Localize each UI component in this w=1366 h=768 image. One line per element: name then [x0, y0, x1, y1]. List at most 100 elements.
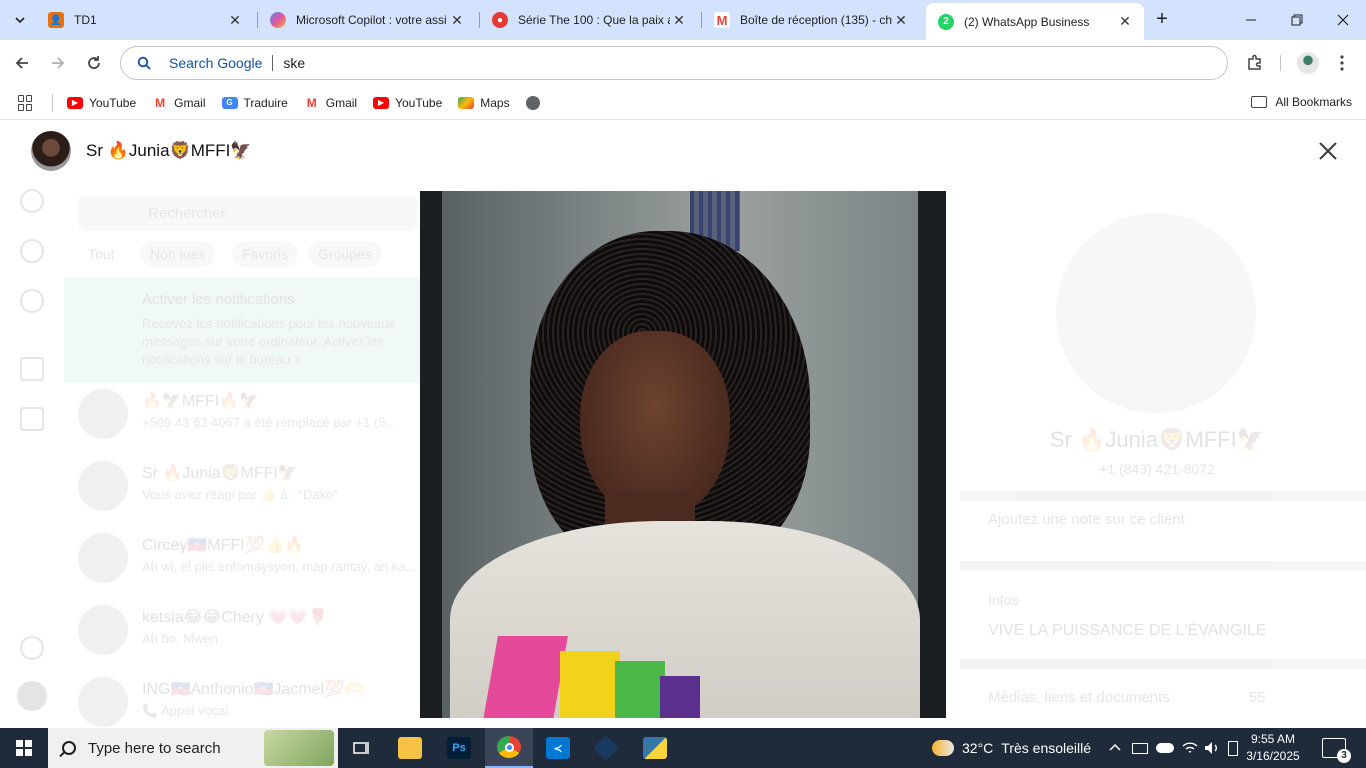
close-tab-icon[interactable]: ✕: [448, 12, 466, 29]
close-tab-icon[interactable]: ✕: [226, 12, 244, 29]
tab-search-button[interactable]: [8, 8, 32, 32]
windows-logo-icon: [16, 740, 32, 756]
client-note-field: Ajoutez une note sur ce client: [988, 511, 1185, 528]
chat-row: ING🇭🇹Anthonio🇭🇹Jacmel💯🫶 📞 Appel vocal: [78, 671, 418, 728]
new-tab-button[interactable]: +: [1150, 8, 1174, 32]
bookmark-gmail[interactable]: M Gmail: [152, 95, 206, 110]
chat-row: Circey🇭🇹MFFI💯👍🔥 Ah wi, el plis enfòmaysyo…: [78, 527, 418, 587]
extensions-button[interactable]: [1242, 50, 1268, 76]
close-icon[interactable]: [1316, 139, 1340, 163]
vscode-button[interactable]: ≺: [534, 728, 582, 768]
python-button[interactable]: [631, 728, 679, 768]
avatar: [1056, 213, 1256, 413]
panel-divider: [960, 659, 1366, 669]
address-bar[interactable]: Search Google ske: [120, 46, 1228, 80]
restore-button[interactable]: [1274, 0, 1320, 40]
contact-phone: +1 (843) 421-8072: [1099, 461, 1215, 477]
show-hidden-icons[interactable]: [1108, 728, 1122, 768]
forward-button[interactable]: [45, 50, 71, 76]
filter-unread: Non lues: [140, 241, 216, 267]
close-tab-icon[interactable]: ✕: [1116, 13, 1134, 30]
avatar[interactable]: [31, 131, 71, 171]
chat-preview: Vous avez réagi par 👍 à : "Dako": [142, 487, 338, 502]
battery-button[interactable]: [1228, 728, 1238, 768]
megaphone-icon: [20, 407, 44, 431]
youtube-icon: ▶: [373, 96, 390, 109]
onedrive-cloud-icon: [1156, 743, 1174, 753]
search-highlight-image[interactable]: [264, 730, 334, 766]
bookmark-youtube[interactable]: ▶ YouTube: [67, 96, 136, 110]
tab-copilot[interactable]: Microsoft Copilot : votre assi ✕: [258, 5, 476, 35]
taskbar-search[interactable]: Type here to search: [48, 728, 338, 768]
banner-title: Activer les notifications: [142, 291, 295, 308]
search-icon: [137, 56, 151, 70]
tab-td1[interactable]: 👤 TD1 ✕: [36, 5, 254, 35]
chrome-menu-button[interactable]: [1332, 50, 1352, 76]
red-speech-icon: ●: [492, 12, 508, 28]
bookmark-globe[interactable]: [525, 95, 540, 110]
devices-icon: [1132, 742, 1148, 754]
viewer-contact-name[interactable]: Sr 🔥Junia🦁MFFI🦅: [86, 141, 252, 161]
photoshop-button[interactable]: Ps: [435, 728, 483, 768]
avatar: [78, 533, 128, 583]
reload-icon: [88, 56, 100, 69]
bookmark-traduire[interactable]: G Traduire: [221, 96, 288, 110]
battery-icon: [1228, 740, 1238, 756]
close-tab-icon[interactable]: ✕: [670, 12, 688, 29]
bookmarks-divider: [52, 93, 53, 112]
profile-photo: [420, 191, 946, 718]
system-clock[interactable]: 9:55 AM 3/16/2025: [1240, 731, 1306, 765]
tray-icon[interactable]: [1156, 728, 1174, 768]
tab-strip: 👤 TD1 ✕ Microsoft Copilot : votre assi ✕…: [0, 0, 1366, 40]
start-button[interactable]: [0, 728, 48, 768]
notification-center-button[interactable]: 3: [1322, 738, 1351, 763]
virtualbox-button[interactable]: [582, 728, 630, 768]
google-maps-icon: [458, 96, 475, 109]
youtube-icon: ▶: [67, 96, 83, 109]
chrome-button[interactable]: [485, 728, 533, 768]
tab-whatsapp-business[interactable]: 2 (2) WhatsApp Business ✕: [926, 3, 1144, 40]
volume-button[interactable]: [1204, 728, 1220, 768]
classroom-icon: 👤: [48, 12, 64, 28]
media-links-docs: Médias, liens et documents 55: [988, 689, 1266, 706]
avatar: [78, 677, 128, 727]
chat-name: Circey🇭🇹MFFI💯👍🔥: [142, 537, 305, 554]
all-bookmarks-button[interactable]: All Bookmarks: [1251, 95, 1352, 109]
chat-search-input: Rechercher: [78, 195, 418, 231]
apps-grid-icon[interactable]: [18, 94, 34, 111]
bookmark-youtube-2[interactable]: ▶ YouTube: [373, 96, 442, 110]
chat-row: Sr 🔥Junia🦁MFFI🦅 Vous avez réagi par 👍 à :…: [78, 455, 418, 515]
avatar: [17, 681, 47, 711]
minimize-button[interactable]: [1228, 0, 1274, 40]
chat-name: 🔥🦅MFFI🔥🦅: [142, 393, 260, 410]
reload-button[interactable]: [81, 50, 107, 76]
network-button[interactable]: [1182, 728, 1198, 768]
bookmark-label: Gmail: [325, 95, 358, 110]
close-icon: [1337, 14, 1349, 26]
contact-name: Sr 🔥Junia🦁MFFI🦅: [1049, 427, 1265, 452]
bookmark-label: YouTube: [89, 95, 137, 110]
bookmark-maps[interactable]: Maps: [458, 96, 510, 110]
close-tab-icon[interactable]: ✕: [892, 12, 910, 29]
profile-button[interactable]: [1296, 50, 1320, 76]
filter-favorites: Favoris: [232, 241, 298, 267]
tab-the100[interactable]: ● Série The 100 : Que la paix a ✕: [480, 5, 698, 35]
bookmarks-bar: ▶ YouTube M Gmail G Traduire M Gmail ▶ YouTub…: [0, 86, 1366, 120]
tray-icon[interactable]: [1132, 728, 1148, 768]
status-icon: [20, 189, 44, 213]
weather-widget[interactable]: 32°C Très ensoleillé: [932, 728, 1091, 768]
omnibox-query[interactable]: ske: [283, 55, 305, 71]
arrow-left-icon: [15, 57, 28, 69]
bookmark-gmail-2[interactable]: M Gmail: [303, 95, 358, 110]
tab-gmail[interactable]: M Boîte de réception (135) - ch ✕: [702, 5, 920, 35]
close-window-button[interactable]: [1320, 0, 1366, 40]
task-view-button[interactable]: [338, 728, 386, 768]
search-engine-label: Search Google: [169, 55, 263, 71]
panel-divider: [960, 561, 1366, 571]
info-label: Infos: [988, 592, 1019, 608]
file-explorer-button[interactable]: [386, 728, 434, 768]
bookmark-label: Gmail: [174, 95, 206, 110]
avatar: [78, 605, 128, 655]
back-button[interactable]: [9, 50, 35, 76]
windows-taskbar: Type here to search Ps ≺ 32°C Très ensol…: [0, 728, 1366, 768]
